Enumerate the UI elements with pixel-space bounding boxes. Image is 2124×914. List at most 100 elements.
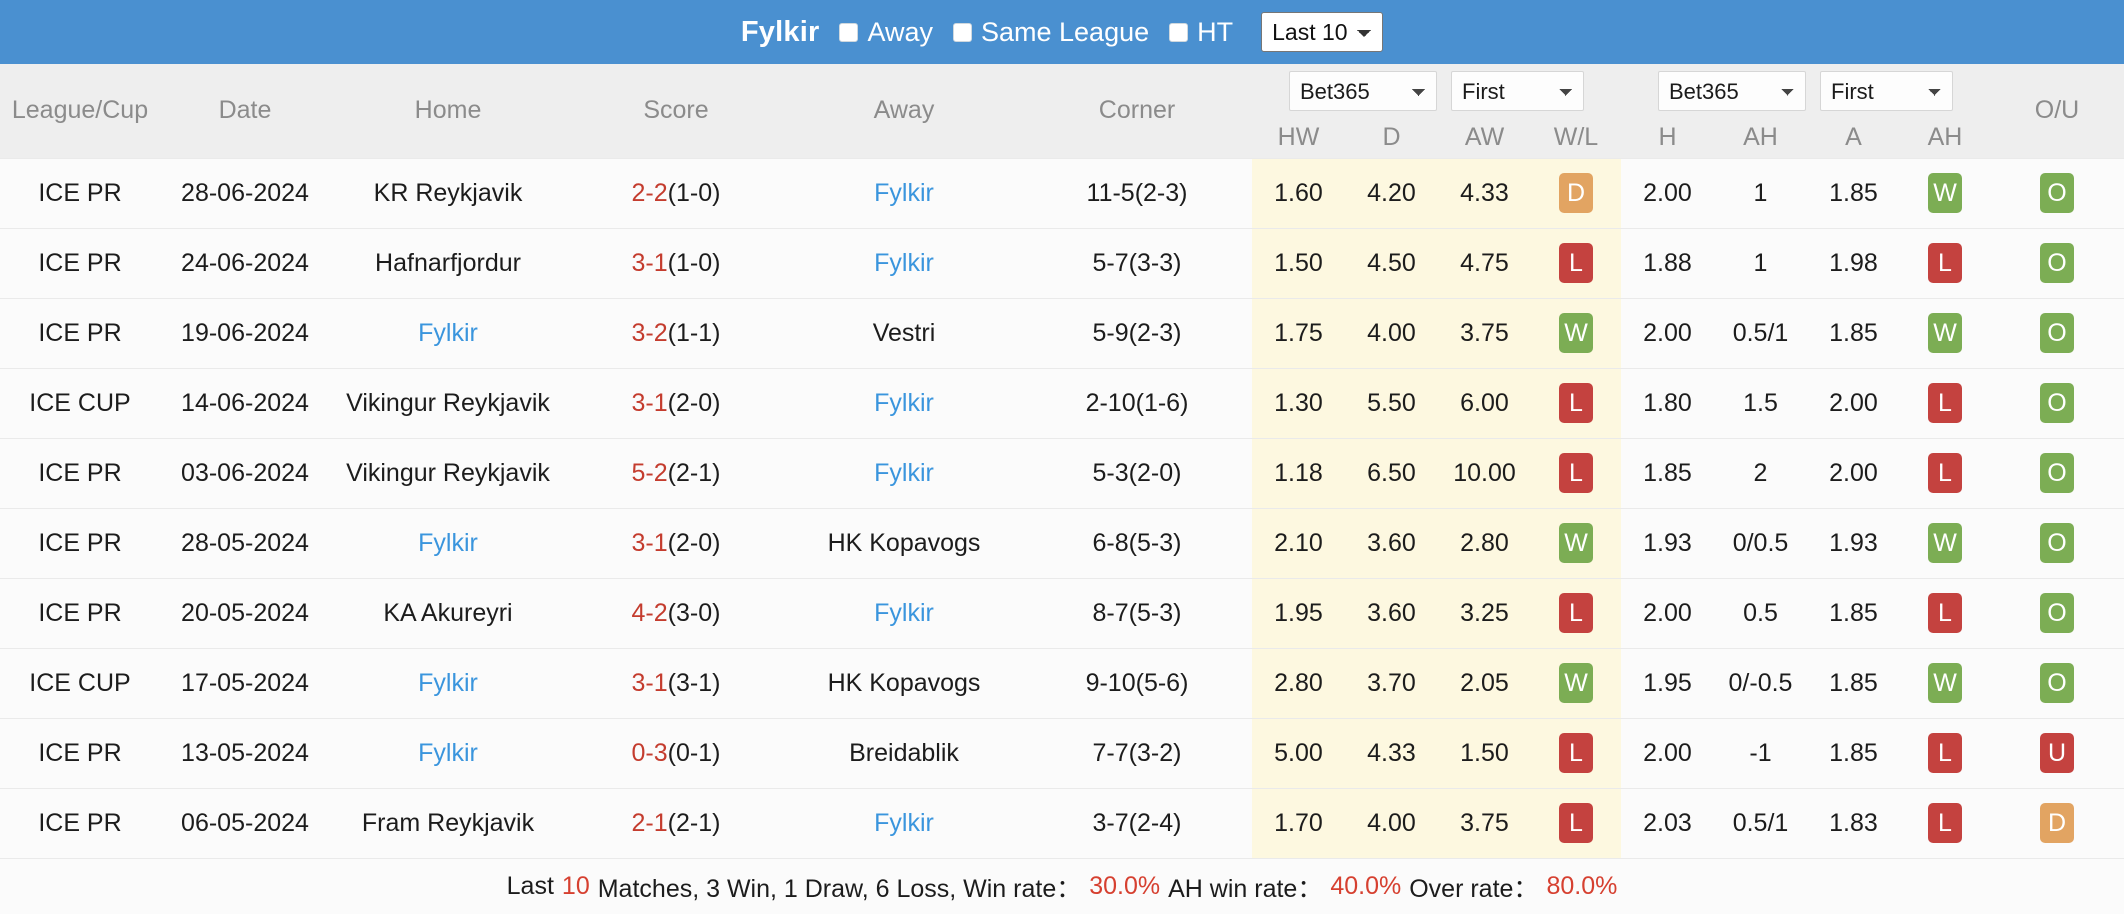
col-score[interactable]: Score xyxy=(566,64,786,158)
cell-ah-home[interactable]: 1.85 xyxy=(1621,437,1714,508)
filter-same-league[interactable]: Same League xyxy=(952,17,1149,48)
cell-odds-draw[interactable]: 5.50 xyxy=(1345,367,1438,438)
bookmaker-select-ah[interactable]: Bet365 xyxy=(1658,71,1806,111)
away-team[interactable]: Fylkir xyxy=(874,389,934,417)
cell-odds-away-win[interactable]: 2.05 xyxy=(1438,647,1531,718)
subcol-ah-home[interactable]: H xyxy=(1621,118,1714,158)
col-home[interactable]: Home xyxy=(330,64,566,158)
subcol-ah-result[interactable]: AH xyxy=(1900,118,1990,158)
cell-away[interactable]: Fylkir xyxy=(786,227,1022,298)
table-row[interactable]: ICE PR 28-05-2024 Fylkir 3-1(2-0) HK Kopavog… xyxy=(0,507,2124,578)
cell-ah-away[interactable]: 1.85 xyxy=(1807,647,1900,718)
subcol-win-loss[interactable]: W/L xyxy=(1531,118,1621,158)
table-row[interactable]: ICE PR 03-06-2024 Vikingur Reykjavik 5-2(2-… xyxy=(0,437,2124,508)
filter-ht[interactable]: HT xyxy=(1169,17,1233,48)
table-row[interactable]: ICE PR 19-06-2024 Fylkir 3-2(1-1) Vestri 5-9(… xyxy=(0,297,2124,368)
cell-odds-away-win[interactable]: 4.33 xyxy=(1438,157,1531,228)
cell-home[interactable]: KR Reykjavik xyxy=(330,157,566,228)
away-checkbox[interactable] xyxy=(839,22,859,42)
phase-select-ah[interactable]: First xyxy=(1820,71,1953,111)
cell-away[interactable]: Breidablik xyxy=(786,717,1022,788)
cell-score[interactable]: 2-1(2-1) xyxy=(566,787,786,858)
cell-score[interactable]: 4-2(3-0) xyxy=(566,577,786,648)
cell-home[interactable]: Fylkir xyxy=(330,507,566,578)
cell-odds-away-win[interactable]: 2.80 xyxy=(1438,507,1531,578)
cell-away[interactable]: HK Kopavogs xyxy=(786,507,1022,578)
cell-away[interactable]: Fylkir xyxy=(786,787,1022,858)
away-team[interactable]: Fylkir xyxy=(874,809,934,837)
cell-odds-home-win[interactable]: 2.10 xyxy=(1252,507,1345,578)
table-row[interactable]: ICE PR 24-06-2024 Hafnarfjordur 3-1(1-0) Fyl… xyxy=(0,227,2124,298)
table-row[interactable]: ICE CUP 14-06-2024 Vikingur Reykjavik 3-1(2… xyxy=(0,367,2124,438)
cell-home[interactable]: Vikingur Reykjavik xyxy=(330,437,566,508)
cell-odds-home-win[interactable]: 1.70 xyxy=(1252,787,1345,858)
cell-away[interactable]: Fylkir xyxy=(786,577,1022,648)
phase-select-1x2[interactable]: First xyxy=(1451,71,1584,111)
cell-odds-draw[interactable]: 4.20 xyxy=(1345,157,1438,228)
col-corner[interactable]: Corner xyxy=(1022,64,1252,158)
cell-odds-away-win[interactable]: 3.75 xyxy=(1438,787,1531,858)
cell-ah-away[interactable]: 1.98 xyxy=(1807,227,1900,298)
away-team[interactable]: Fylkir xyxy=(874,179,934,207)
subcol-ah-line[interactable]: AH xyxy=(1714,118,1807,158)
away-team[interactable]: Fylkir xyxy=(874,599,934,627)
table-row[interactable]: ICE PR 20-05-2024 KA Akureyri 4-2(3-0) Fylki… xyxy=(0,577,2124,648)
table-row[interactable]: ICE CUP 17-05-2024 Fylkir 3-1(3-1) HK Kopavo… xyxy=(0,647,2124,718)
cell-ah-home[interactable]: 2.03 xyxy=(1621,787,1714,858)
cell-ah-away[interactable]: 2.00 xyxy=(1807,437,1900,508)
cell-odds-home-win[interactable]: 1.95 xyxy=(1252,577,1345,648)
cell-home[interactable]: Vikingur Reykjavik xyxy=(330,367,566,438)
cell-score[interactable]: 3-1(2-0) xyxy=(566,367,786,438)
cell-away[interactable]: Vestri xyxy=(786,297,1022,368)
cell-ah-away[interactable]: 1.83 xyxy=(1807,787,1900,858)
home-team[interactable]: Fylkir xyxy=(418,739,478,767)
match-range-select[interactable]: Last 10 xyxy=(1261,12,1384,52)
away-team[interactable]: Fylkir xyxy=(874,459,934,487)
cell-odds-draw[interactable]: 4.00 xyxy=(1345,297,1438,368)
table-row[interactable]: ICE PR 28-06-2024 KR Reykjavik 2-2(1-0) Fylk… xyxy=(0,157,2124,228)
subcol-ah-away[interactable]: A xyxy=(1807,118,1900,158)
cell-ah-home[interactable]: 2.00 xyxy=(1621,297,1714,368)
cell-ah-away[interactable]: 1.93 xyxy=(1807,507,1900,578)
away-team[interactable]: Fylkir xyxy=(874,249,934,277)
cell-home[interactable]: Fylkir xyxy=(330,647,566,718)
cell-odds-home-win[interactable]: 1.75 xyxy=(1252,297,1345,368)
subcol-away-win[interactable]: AW xyxy=(1438,118,1531,158)
home-team[interactable]: Fylkir xyxy=(418,319,478,347)
table-row[interactable]: ICE PR 13-05-2024 Fylkir 0-3(0-1) Breidablik… xyxy=(0,717,2124,788)
col-date[interactable]: Date xyxy=(160,64,330,158)
home-team[interactable]: Fylkir xyxy=(418,669,478,697)
cell-odds-draw[interactable]: 4.00 xyxy=(1345,787,1438,858)
cell-home[interactable]: Hafnarfjordur xyxy=(330,227,566,298)
cell-ah-away[interactable]: 2.00 xyxy=(1807,367,1900,438)
cell-odds-home-win[interactable]: 2.80 xyxy=(1252,647,1345,718)
bookmaker-select-1x2[interactable]: Bet365 xyxy=(1289,71,1437,111)
cell-odds-draw[interactable]: 3.60 xyxy=(1345,577,1438,648)
cell-score[interactable]: 3-2(1-1) xyxy=(566,297,786,368)
cell-ah-away[interactable]: 1.85 xyxy=(1807,577,1900,648)
cell-home[interactable]: Fylkir xyxy=(330,717,566,788)
cell-ah-away[interactable]: 1.85 xyxy=(1807,157,1900,228)
same-league-checkbox[interactable] xyxy=(952,22,972,42)
cell-ah-home[interactable]: 2.00 xyxy=(1621,577,1714,648)
cell-ah-home[interactable]: 1.95 xyxy=(1621,647,1714,718)
cell-ah-home[interactable]: 1.88 xyxy=(1621,227,1714,298)
table-row[interactable]: ICE PR 06-05-2024 Fram Reykjavik 2-1(2-1) Fy… xyxy=(0,787,2124,858)
cell-odds-away-win[interactable]: 3.25 xyxy=(1438,577,1531,648)
cell-score[interactable]: 0-3(0-1) xyxy=(566,717,786,788)
ht-checkbox[interactable] xyxy=(1169,22,1189,42)
cell-odds-away-win[interactable]: 6.00 xyxy=(1438,367,1531,438)
home-team[interactable]: Fylkir xyxy=(418,529,478,557)
cell-away[interactable]: HK Kopavogs xyxy=(786,647,1022,718)
cell-ah-away[interactable]: 1.85 xyxy=(1807,297,1900,368)
cell-ah-home[interactable]: 1.93 xyxy=(1621,507,1714,578)
cell-odds-draw[interactable]: 3.70 xyxy=(1345,647,1438,718)
cell-home[interactable]: KA Akureyri xyxy=(330,577,566,648)
cell-away[interactable]: Fylkir xyxy=(786,437,1022,508)
cell-home[interactable]: Fram Reykjavik xyxy=(330,787,566,858)
subcol-draw[interactable]: D xyxy=(1345,118,1438,158)
cell-odds-draw[interactable]: 6.50 xyxy=(1345,437,1438,508)
filter-away[interactable]: Away xyxy=(839,17,933,48)
cell-odds-home-win[interactable]: 1.50 xyxy=(1252,227,1345,298)
cell-away[interactable]: Fylkir xyxy=(786,157,1022,228)
